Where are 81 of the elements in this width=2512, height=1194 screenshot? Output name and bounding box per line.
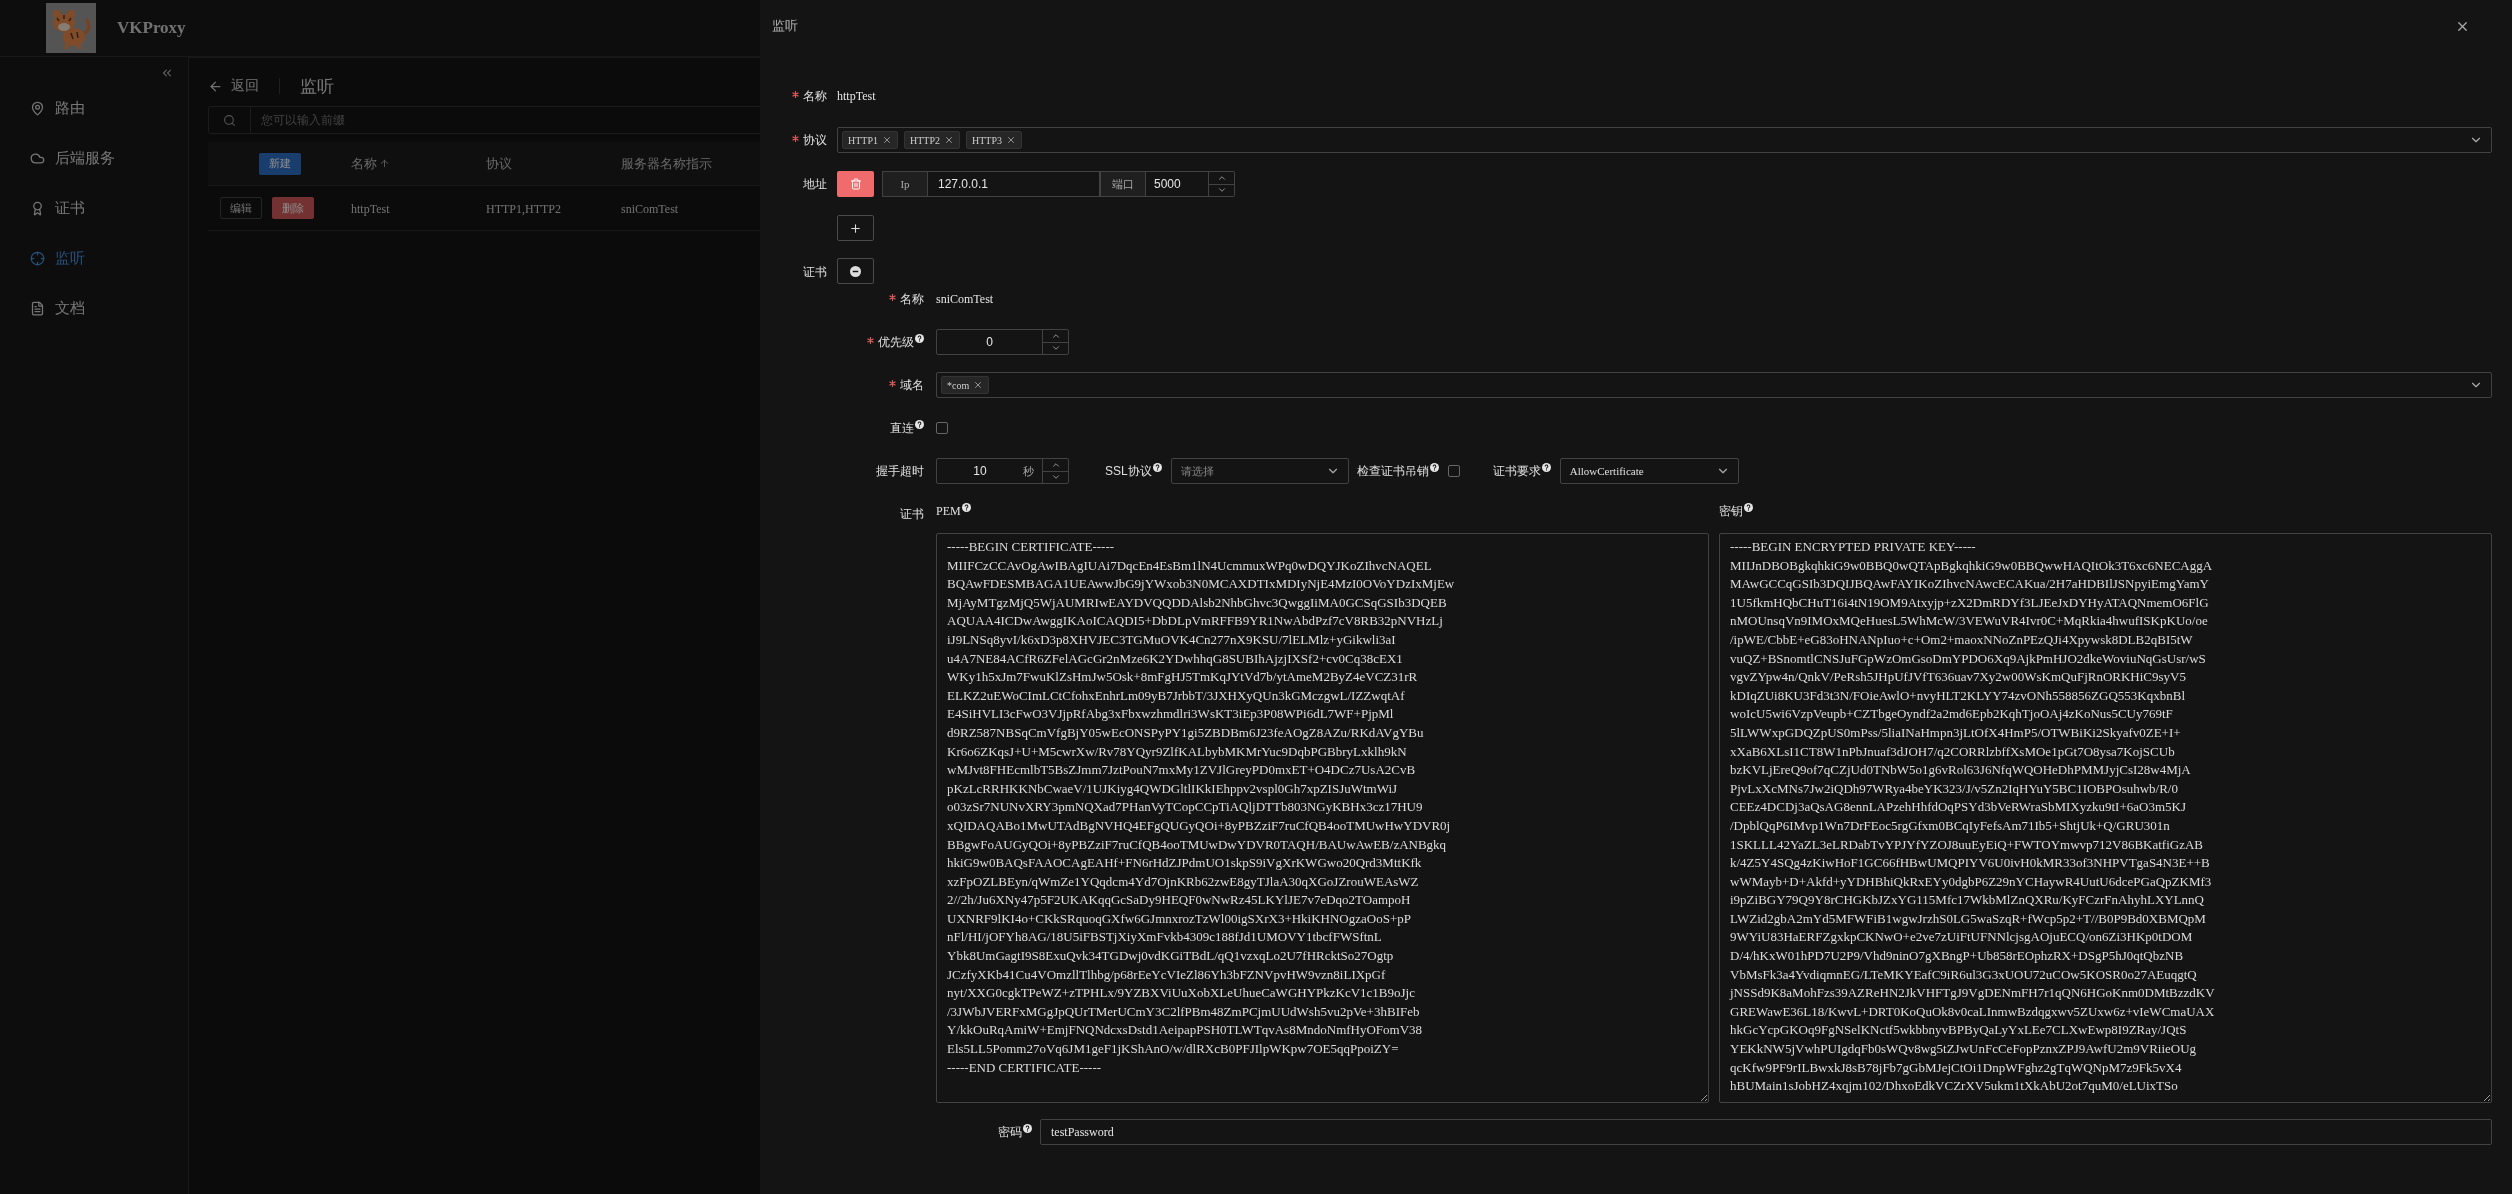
search-icon	[223, 113, 236, 127]
checkbox[interactable]	[936, 422, 948, 434]
tag-label: HTTP1	[848, 134, 878, 146]
close-icon[interactable]	[882, 135, 892, 145]
app-title: VKProxy	[117, 18, 186, 38]
close-icon[interactable]	[1006, 135, 1016, 145]
logo-icon	[46, 3, 96, 53]
menu-item[interactable]: 证书	[0, 183, 188, 233]
trash-icon	[849, 178, 862, 190]
close-icon[interactable]	[973, 380, 984, 390]
checkbox[interactable]	[1447, 465, 1460, 477]
ip-field[interactable]: 127.0.0.1	[928, 171, 1100, 197]
back-link[interactable]: 返回	[231, 77, 259, 95]
field-label: 名称	[900, 290, 924, 308]
certificate-field[interactable]: -----BEGIN CERTIFICATE----- MIIFCzCCAvOgAwIBAgIUAi7DqcEn4EsBm1lN4UcmmuxWPq0wDQYJKoZIhvcNAQEL BQAwFDESMBAGA1UEAwwJbG9jYWxob3N0MCAXDTIxMDIyNjE4MzI0OVoYDzIxMjEw MjAyMTgzMjQ5WjAUMRIwEAYDVQQDDAlsb2NhbGhvc3QwggIiMA0GCSqGSIb3DQEB AQUAA4ICDwAwggIKAoICAQDI5+DbDLpVmRFFB9YR1NwAbdPzf7cV8RB32pNVHzLj iJ9LNSq8yvI/k6xD3p8XHVJEC3TGMuOVK4Cn277nX9KSU/7lELMlz+yGikwli3aI u4A7NE84ACfR6ZFelAGcGr2nMze6K2YDwhhqG8SUBIhAjzjIXSf2+cv0Cq38cEX1 WKy1h5xJm7FwuKlZsHmJw5Osk+8mFgHJ5TmKqJYtVd7b/ytAmeM2ByZ4eVCZ31rR ELKZ2uEWoCImLCtCfohxEnhrLm09yB7JrbbT/3JXHXyQUn3kGMczgwL/IZZwqtAf E4SiHVLI3cFwO3VJjpRfAbg3xFbxwzhmdlri3WsKT3iEp3P08WPi6dL7WF+PjpMl d9RZ587NBSqCmVfgBjY05wEcONSPyPY1gi5ZBDBm6J23feAOgZ8AZu/RKdAVgYBu Kr6o6ZKqsJ+U+M5cwrXw/Rv78YQyr9ZlfKALbybMKMrYuc9DqbPGBbryLxklh9kN wMJvt8FHEcmlbT5BsZJmm7JztPouN7mxMy1ZVJlGreyPD0mxET+O4DCz7UsA2CvB pKzLcRRHKKNbCwaeV/1UJKiyg4QWDGltlIKkIEhppv2vspl0Gh7xpZISJuWtmWiJ o03zSr7NUNvXRY3pmNQXad7PHanVyTCopCCpTiAQljDTTb803NGyKBHx3cz17HU9 xQIDAQABo1MwUTAdBgNVHQ4EFgQUGyQOi+8yPBZziF7ruCfQB4ooTMUwHwYDVR0j BBgwFoAUGyQOi+8yPBZziF7ruCfQB4ooTMUwDwYDVR0TAQH/BAUwAwEB/zANBgkq hkiG9w0BAQsFAAOCAgEAHf+FN6rHdZJPdmUO1skpS9iVgXrKWGwo20Qrd3MttKfk xzFpOZLBEyn/qWmZe1YQqdcm4Yd7OjnKRb62zwE8gyTJlaA30qXGoJZrouWEAsWZ 2//2h/Ju6XNy47p5F2UKAKqqGcSaDy9HEQF0wNwRz45LKYlJE7v7eDqo2TOampoH UXNRF9lKI4o+CKkSRquoqGXfw6GJmnxrozTzWl00igSXrX3+HkiKHNOgzaOoS+pP nFl/HI/jOFYh8AG/18U5iFBSTjXiyXmFvkb4309c188fJd1UMOVY1tbcfFWSftnL Ybk8UmGagtI9S8ExuQvk34TGDwj0vdKGiTBdL/qQ1vzxqLo2U7fHRcktSo27Ogtp JCzfyXKb41Cu4VOmzllTlhbg/p68rEeYcVIeZl86Yh3bFZNVpvHW9vzn8iLIXpGf nyt/XXG0cgkTPeWZ+zTPHLx/9YZBXViUuXobXLeUhueCaWGHYPkzKcV1c1B9oJjc /3JWbJVERFxMGgJpQUrTMerUCmY3C2lfPBm48ZmPCjmUUdWsh5vu2pVe+3hBIFeb Y/kkOuRqAmiW+EmjFNQNdcxsDstd1AeipapPSH0TLWTqvAs8MndoNmfHyOFomV38 Els5LL5Pomm27oVq6JM1geF1jKShAnO/w/dlRXcB0PFJIlpWKpw7OE5qqPpoiZY= -----END CERTIFICATE-----	[936, 533, 1709, 1103]
new-button[interactable]: 新建	[258, 152, 301, 175]
password-field[interactable]: testPassword	[1040, 1119, 2492, 1145]
add-button[interactable]	[837, 215, 874, 241]
cloud-icon	[30, 150, 45, 166]
tag-select[interactable]: *com	[936, 372, 2492, 398]
table-cell: HTTP1,HTTP2	[486, 202, 561, 216]
plus-icon	[849, 221, 862, 235]
field-label: 名称	[803, 87, 827, 105]
field-label: 地址	[803, 175, 827, 193]
number-field[interactable]: 10 秒	[936, 458, 1069, 484]
field-label: 证书	[803, 263, 827, 281]
tag-label: HTTP2	[910, 134, 940, 146]
edit-button[interactable]: 编辑	[220, 197, 262, 219]
column-header[interactable]: 协议	[486, 154, 512, 173]
field-label: 握手超时	[876, 462, 924, 480]
name-value: httpTest	[837, 88, 877, 104]
field-label: 证书	[900, 505, 924, 523]
menu-label: 文档	[55, 298, 85, 318]
field-label: PEM	[936, 503, 961, 519]
field-label: SSL协议	[1105, 462, 1152, 480]
award-icon	[30, 200, 45, 216]
delete-button[interactable]: 删除	[272, 197, 314, 219]
field-label: 优先级	[878, 333, 914, 351]
minus-circle-icon	[850, 265, 861, 277]
tag-select[interactable]: HTTP1 HTTP2 HTTP3	[837, 127, 2492, 153]
number-field[interactable]: 5000	[1146, 171, 1235, 197]
field-label: 密码	[998, 1123, 1022, 1141]
menu-label: 证书	[55, 198, 85, 218]
column-header[interactable]: 服务器名称指示	[621, 154, 712, 173]
menu-item[interactable]: 后端服务	[0, 133, 188, 183]
field-label: 域名	[900, 376, 924, 394]
remove-button[interactable]	[837, 258, 874, 284]
map-pin-icon	[30, 100, 45, 116]
drawer-title: 监听	[772, 17, 798, 35]
field-label: 证书要求	[1492, 462, 1541, 480]
column-header[interactable]: 名称	[351, 154, 377, 173]
collapse-icon[interactable]	[160, 66, 174, 80]
field-label: 检查证书吊销	[1356, 462, 1429, 480]
delete-button[interactable]	[837, 171, 874, 197]
close-icon[interactable]	[944, 135, 954, 145]
port-addon: 端口	[1100, 171, 1146, 197]
table-cell: sniComTest	[621, 202, 679, 216]
unit-label: 秒	[1023, 463, 1035, 479]
select-placeholder: 请选择	[1179, 463, 1215, 479]
field-label: 密钥	[1719, 502, 1743, 520]
tag-label: *com	[947, 379, 970, 391]
ssl-select[interactable]: 请选择	[1170, 458, 1349, 484]
menu-label: 监听	[55, 248, 85, 268]
menu-label: 后端服务	[55, 148, 115, 168]
field-label: 直连	[890, 419, 914, 437]
number-field[interactable]: 0	[936, 329, 1069, 355]
menu-item[interactable]: 监听	[0, 233, 188, 283]
select-value: AllowCertificate	[1568, 465, 1645, 477]
ip-addon: Ip	[882, 171, 928, 197]
menu-item[interactable]: 文档	[0, 283, 188, 333]
tag-label: HTTP3	[972, 134, 1002, 146]
crosshair-icon	[30, 250, 45, 266]
name-value: sniComTest	[936, 291, 995, 307]
field-label: 协议	[803, 131, 827, 149]
page-title: 监听	[300, 75, 334, 98]
menu-label: 路由	[55, 98, 85, 118]
document-icon	[30, 300, 45, 316]
requirement-select[interactable]: AllowCertificate	[1559, 458, 1739, 484]
table-cell: httpTest	[351, 202, 390, 216]
menu-item[interactable]: 路由	[0, 83, 188, 133]
private-key-field[interactable]: -----BEGIN ENCRYPTED PRIVATE KEY----- MIIJnDBOBgkqhkiG9w0BBQ0wQTApBgkqhkiG9w0BBQwwHAQItOk3T6xc6NECAggA MAwGCCqGSIb3DQIJBQAwFAYIKoZIhvcNAwcECAKua/2H7aHDBIlJSNpyiEmgYamY 1U5fkmHQbCHuT16i4tN19OM9Atxyjp+zX2DmRDYf3LJEeJxDYHyATAQNmemO6FlG nMOUnsqVn9IMOxMQeHuesL5WhMcW/3VEWuVR4Ivr0C+MqRkia4hwufISKpKUo/oe /ipWE/CbbE+eG83oHNANpIuo+c+Om2+maoxNNoZnPEzQJi4Xpywsk8DLB2qBI5tW vuQZ+BSnomtlCNSJuFGpWzOmGsoDmYPDO6Xq9AjkPmHJO2dkeWoviuNqGsUsr/wS vgvZYpw4n/QnkV/PeRsh5JHpUfJVfT636uav7Xy2w00WsKmQuFjRnORKHiC9syV5 kDIqZUi8KU3Fd3t3N/FOieAwlO+nvyHLT2KLYY74zvONh558856ZGQ553KqxbnBl woIcU5wi6VzpVeupb+CZTbgeOyndf2a2md6Epb2KqhTjoOAj4zKoNus5CUy769tF 5lLWWxpGDQZpUS0mPss/5liaINaHmpn3jLtOfX4HmP5/OTWBiKi2Skyafv0ZE+I+ xXaB6XLsI1CT8W1nPbJnuaf3dJOH7/q2CORRlzbffXsMOe1pGt7O8ysa7KojSCUb bzKVLjEreQ9of7qCZjUd0TNbW5o1g6vRol63J6NfqWQOHeDhPMMJyjCsI28w4MjA PjvLxXcMNs7Jw2iQDh97WRya4beYK323/J/v5Zn2IqHYuY5BC1IOBPOsuhwb/R/0 CEEz4DCDj3aQsAG8ennLAPzehHhfdOqPSYd3bVeRWraSbMIXyzku9tI+6aO3m5KJ /DpblQqP6IMvp1Wn7DrFEoc5rgGfxm0BCqIyFefsAm71Ib5+ShtjUk+Q/GRU301n 1SKLLL42YaZL3eLRDabTvYPJYfYZOJ8uuEyEiQ+FWTOYmwvp712V86BKatfiGzAB k/4Z5Y4SQg4zKiwHoF1GC66fHBwUMQPIYV6U0ivH0kMR33of3NHPVTgaS4N3E++B wWMayb+D+Akfd+yYDHBhiQkRxEYy0dgbP6Z29nYCHaywR4UutU6dcePGaQpZKMf3 i9pZiBGY79Q9Y8rCHGKbJZxYG115Mfc17WkbMlZnQXRu/KyFCzrFnAhyhLXYLnnQ LWZid2gbA2mYd5MFWFiB1wgwJrzhS0LG5waSzqR+fWcp5p2+T//B0P9Bd0XBMQpM 9WYiU83HaERFZgxkpCKNwO+e2ve7zUiFtUFNNlcjsgAOjuECQ/on6Zi3HKp0tDOM D/4/hKxW01hPD7U2P9/Vhd9ninO7gXBngP+Ub858rEOphzRX+DSgP5hJ0qtQbzNB VbMsFk3a4YvdiqmnEG/LTeMKYEafC9iR6ul3G3xUOU72uCOw5KOSR0o27AEuqgtQ jNSSd9K8aMohFzs39AZReHN2JkVHFTgJ9VgDENmFH7r1qQN6HGoKnm0DMtBzzdKV GREWawE36L18/KwvL+DRT0KoQuOk8v0caLInmwBzdqgxwv5ZUxw6z+vIeWCmaUAX hkGcYcpGKOq9FgNSelKNctf5wkbbnyvBPByQaLyYxLEe7CLXwEwp8I9ZRay/JQtS YEKkNW5jVwhPUIgdqFb0sWQv8wg5tZJwUnFcCeFopPznxZPJ9AwfU2m9VRiieOUg qcKfw9PF9rILBwxkJ8sB78jFb7gGbMJejCtOi1DnpWFghz2gTqWQNpM7z9Fk5vX4 hBUMain1sJobHZ4xqjm102/DhxoEdkVCZrXV5ukm1tXkAbU2ot7quM0/eLUixTSo	[1719, 533, 2492, 1103]
